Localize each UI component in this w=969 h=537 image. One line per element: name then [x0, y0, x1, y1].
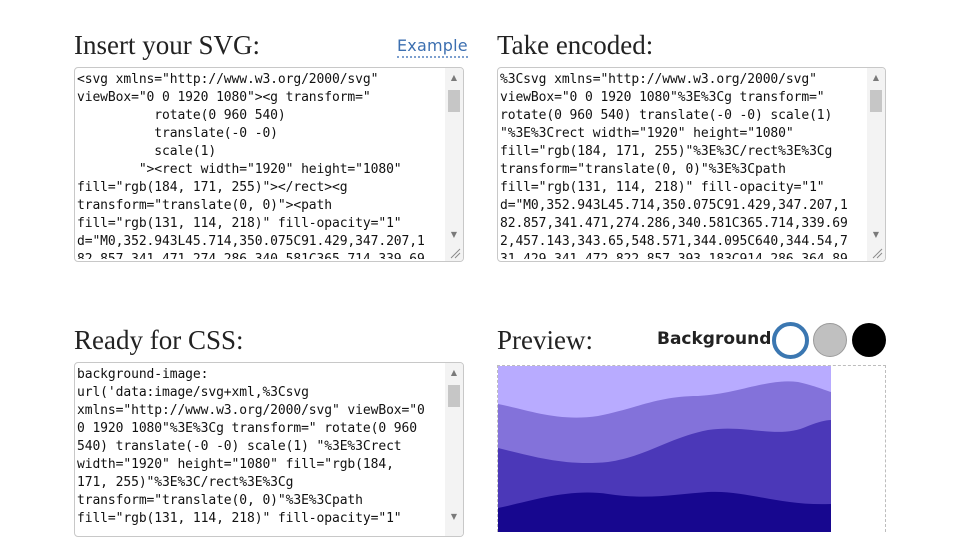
scroll-down-arrow-icon[interactable]: ▼ [867, 227, 885, 243]
insert-svg-heading: Insert your SVG: [74, 30, 260, 60]
background-white-option[interactable] [772, 322, 809, 359]
scroll-up-arrow-icon[interactable]: ▲ [867, 70, 885, 86]
scroll-thumb[interactable] [448, 385, 460, 407]
background-gray-option[interactable] [813, 323, 847, 357]
resize-grip-icon[interactable] [871, 247, 883, 259]
insert-svg-text[interactable]: <svg xmlns="http://www.w3.org/2000/svg" … [77, 71, 443, 259]
preview-image [498, 366, 831, 532]
resize-grip-icon[interactable] [449, 247, 461, 259]
scroll-up-arrow-icon[interactable]: ▲ [445, 365, 463, 381]
insert-svg-textarea[interactable]: <svg xmlns="http://www.w3.org/2000/svg" … [74, 67, 464, 262]
scroll-down-arrow-icon[interactable]: ▼ [445, 227, 463, 243]
scroll-thumb[interactable] [448, 90, 460, 112]
css-text[interactable]: background-image: url('data:image/svg+xm… [77, 366, 443, 534]
background-black-option[interactable] [852, 323, 886, 357]
scroll-up-arrow-icon[interactable]: ▲ [445, 70, 463, 86]
css-scrollbar[interactable]: ▲ ▼ [445, 363, 463, 536]
encoded-scrollbar[interactable]: ▲ ▼ [867, 68, 885, 261]
scroll-thumb[interactable] [870, 90, 882, 112]
insert-svg-scrollbar[interactable]: ▲ ▼ [445, 68, 463, 261]
ready-for-css-heading: Ready for CSS: [74, 325, 244, 355]
take-encoded-heading: Take encoded: [497, 30, 654, 60]
example-link[interactable]: Example [397, 36, 468, 58]
encoded-textarea[interactable]: %3Csvg xmlns="http://www.w3.org/2000/svg… [497, 67, 886, 262]
encoded-text[interactable]: %3Csvg xmlns="http://www.w3.org/2000/svg… [500, 71, 865, 259]
css-textarea[interactable]: background-image: url('data:image/svg+xm… [74, 362, 464, 537]
scroll-down-arrow-icon[interactable]: ▼ [445, 509, 463, 525]
preview-heading: Preview: [497, 325, 593, 355]
preview-area [497, 365, 886, 532]
background-label: Background: [657, 329, 779, 349]
